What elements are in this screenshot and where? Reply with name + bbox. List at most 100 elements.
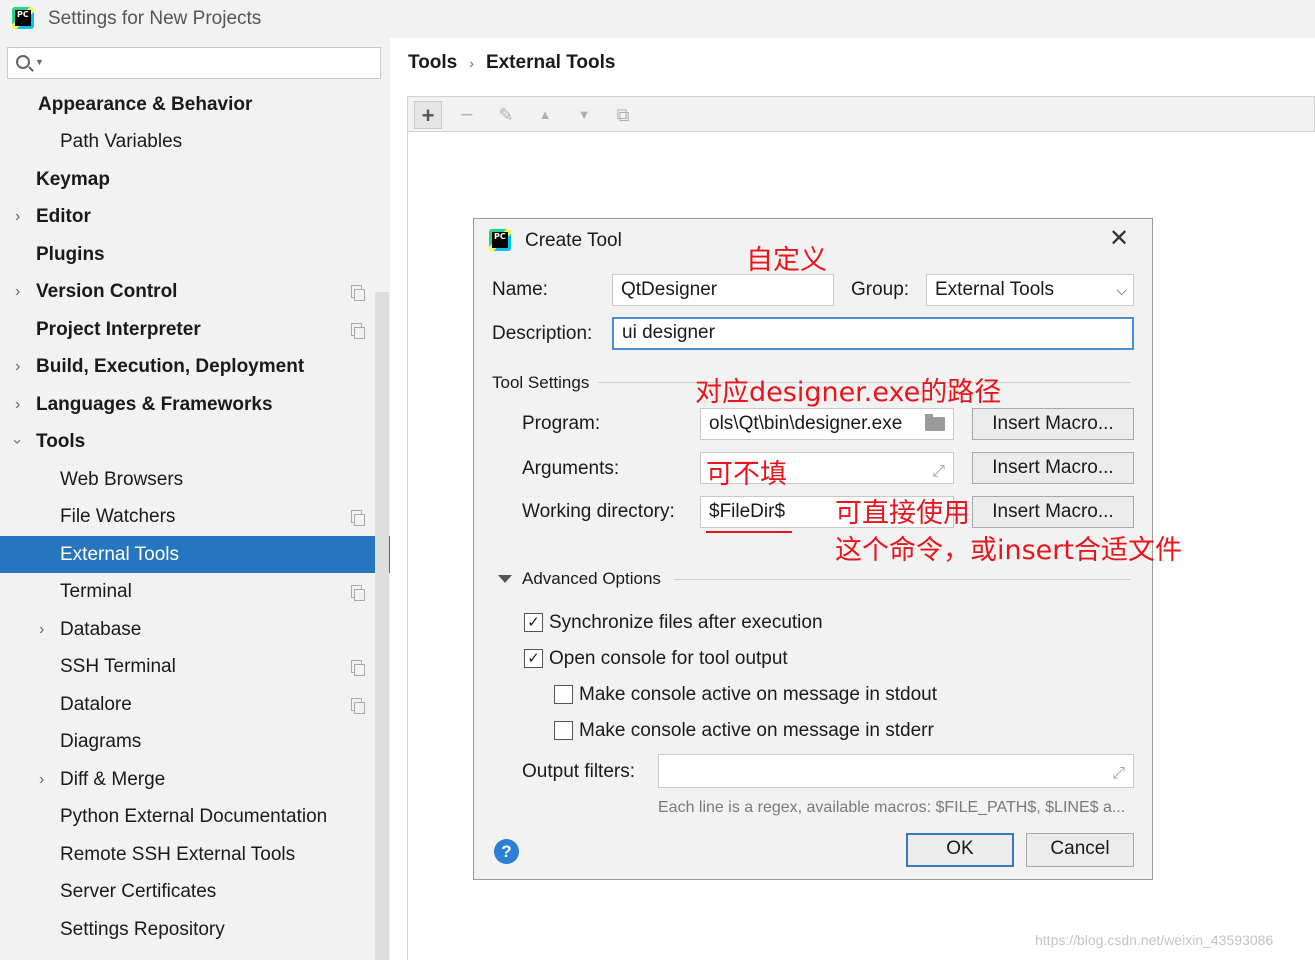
open-console-checkbox[interactable]: ✓ — [524, 649, 543, 668]
ok-button[interactable]: OK — [906, 833, 1014, 867]
move-up-button[interactable]: ▲ — [531, 101, 559, 129]
annotation-program-note: 对应designer.exe的路径 — [695, 377, 1002, 408]
pycharm-logo-icon: PC — [12, 7, 34, 29]
chevron-right-icon[interactable]: › — [15, 198, 20, 235]
group-value: External Tools — [935, 279, 1054, 300]
sidebar-scrollbar[interactable] — [375, 292, 389, 960]
project-level-icon — [351, 660, 365, 676]
group-combobox[interactable]: External Tools ⌵ — [926, 274, 1134, 306]
chevron-down-icon: ⌵ — [1116, 282, 1127, 298]
sidebar-item-plugins[interactable]: Plugins — [0, 236, 390, 273]
external-tools-toolbar: + − ✎ ▲ ▼ ⧉ — [407, 96, 1315, 132]
annotation-arguments-note: 可不填 — [706, 459, 787, 490]
advanced-options-divider — [674, 579, 1131, 580]
insert-macro-workdir-button[interactable]: Insert Macro... — [972, 496, 1134, 528]
annotation-workdir-note-1: 可直接使用 — [835, 498, 970, 529]
sidebar-item-datalore[interactable]: Datalore — [0, 686, 390, 723]
window-title: Settings for New Projects — [48, 8, 262, 29]
annotation-name-note: 自定义 — [746, 245, 827, 276]
breadcrumb-separator-icon: › — [469, 55, 474, 71]
chevron-right-icon[interactable]: › — [15, 348, 20, 385]
output-filters-label: Output filters: — [522, 761, 635, 782]
sidebar-item-version-control[interactable]: › Version Control — [0, 273, 390, 310]
chevron-right-icon[interactable]: › — [39, 761, 44, 798]
insert-macro-arguments-button[interactable]: Insert Macro... — [972, 452, 1134, 484]
chevron-right-icon[interactable]: › — [15, 273, 20, 310]
sidebar-item-python-external-documentation[interactable]: Python External Documentation — [0, 798, 390, 835]
group-label: Group: — [851, 279, 910, 300]
name-input[interactable]: QtDesigner — [612, 274, 834, 306]
output-filters-hint: Each line is a regex, available macros: … — [658, 799, 1126, 816]
add-tool-button[interactable]: + — [414, 101, 442, 129]
project-level-icon — [351, 285, 365, 301]
sidebar-item-database[interactable]: › Database — [0, 611, 390, 648]
console-stderr-checkbox[interactable] — [554, 721, 573, 740]
insert-macro-program-button[interactable]: Insert Macro... — [972, 408, 1134, 440]
watermark: https://blog.csdn.net/weixin_43593086 — [1035, 932, 1274, 948]
console-stdout-checkbox[interactable] — [554, 685, 573, 704]
project-level-icon — [351, 698, 365, 714]
chevron-right-icon[interactable]: › — [15, 386, 20, 423]
cancel-button[interactable]: Cancel — [1026, 833, 1134, 867]
dialog-title: Create Tool — [525, 230, 622, 251]
sync-files-checkbox[interactable]: ✓ — [524, 613, 543, 632]
sidebar-item-diagrams[interactable]: Diagrams — [0, 723, 390, 760]
expand-icon[interactable]: ⤢ — [932, 457, 945, 483]
sidebar-item-diff-merge[interactable]: › Diff & Merge — [0, 761, 390, 798]
working-directory-label: Working directory: — [522, 501, 675, 522]
program-value: ols\Qt\bin\designer.exe — [709, 413, 903, 434]
close-icon[interactable]: ✕ — [1107, 227, 1131, 251]
sidebar-item-keymap[interactable]: Keymap — [0, 161, 390, 198]
folder-icon[interactable] — [925, 414, 945, 431]
sidebar-item-ssh-terminal[interactable]: SSH Terminal — [0, 648, 390, 685]
program-input[interactable]: ols\Qt\bin\designer.exe — [700, 408, 954, 440]
collapse-triangle-icon[interactable] — [498, 575, 512, 583]
copy-tool-button[interactable]: ⧉ — [609, 101, 637, 129]
chevron-down-icon[interactable]: › — [0, 439, 36, 444]
console-stdout-label[interactable]: Make console active on message in stdout — [579, 684, 937, 706]
sidebar-item-server-certificates[interactable]: Server Certificates — [0, 873, 390, 910]
chevron-down-icon: ▼ — [35, 57, 44, 67]
program-label: Program: — [522, 413, 601, 434]
sidebar-item-project-interpreter[interactable]: Project Interpreter — [0, 311, 390, 348]
advanced-options-heading[interactable]: Advanced Options — [522, 569, 661, 589]
name-label: Name: — [492, 279, 548, 300]
expand-icon[interactable]: ⤢ — [1112, 759, 1125, 787]
sidebar-item-editor[interactable]: › Editor — [0, 198, 390, 235]
breadcrumb-tools[interactable]: Tools — [408, 52, 457, 73]
sync-files-label[interactable]: Synchronize files after execution — [549, 612, 823, 634]
sidebar-item-file-watchers[interactable]: File Watchers — [0, 498, 390, 535]
sidebar-item-appearance-behavior[interactable]: Appearance & Behavior — [0, 86, 390, 123]
remove-tool-button[interactable]: − — [453, 101, 481, 129]
console-stderr-label[interactable]: Make console active on message in stderr — [579, 720, 934, 742]
output-filters-input[interactable]: ⤢ — [658, 754, 1134, 788]
arguments-label: Arguments: — [522, 458, 620, 479]
annotation-underline — [706, 531, 792, 533]
breadcrumb-external-tools: External Tools — [485, 52, 616, 73]
working-directory-value: $FileDir$ — [709, 501, 786, 522]
help-icon[interactable]: ? — [494, 839, 519, 864]
sidebar-item-web-browsers[interactable]: Web Browsers — [0, 461, 390, 498]
window-title-bar: PC Settings for New Projects — [0, 0, 1315, 38]
breadcrumb: Tools › External Tools — [408, 52, 615, 74]
sidebar-item-settings-repository[interactable]: Settings Repository — [0, 911, 390, 948]
description-label: Description: — [492, 323, 593, 344]
annotation-workdir-note-2: 这个命令，或insert合适文件 — [835, 535, 1182, 566]
sidebar-item-external-tools[interactable]: External Tools — [0, 536, 390, 573]
sidebar-item-build-execution-deployment[interactable]: › Build, Execution, Deployment — [0, 348, 390, 385]
edit-tool-button[interactable]: ✎ — [492, 101, 520, 129]
move-down-button[interactable]: ▼ — [570, 101, 598, 129]
sidebar-item-path-variables[interactable]: Path Variables — [0, 123, 390, 160]
sidebar-item-remote-ssh-external-tools[interactable]: Remote SSH External Tools — [0, 836, 390, 873]
tool-settings-heading: Tool Settings — [492, 373, 590, 392]
description-input[interactable]: ui designer — [612, 317, 1134, 350]
chevron-right-icon[interactable]: › — [39, 611, 44, 648]
sidebar-item-languages-frameworks[interactable]: › Languages & Frameworks — [0, 386, 390, 423]
sidebar-item-tools[interactable]: › Tools — [0, 423, 390, 460]
open-console-label[interactable]: Open console for tool output — [549, 648, 788, 670]
project-level-icon — [351, 510, 365, 526]
pycharm-logo-icon: PC — [489, 229, 511, 251]
settings-search-input[interactable]: ▼ — [7, 47, 381, 79]
project-level-icon — [351, 323, 365, 339]
sidebar-item-terminal[interactable]: Terminal — [0, 573, 390, 610]
